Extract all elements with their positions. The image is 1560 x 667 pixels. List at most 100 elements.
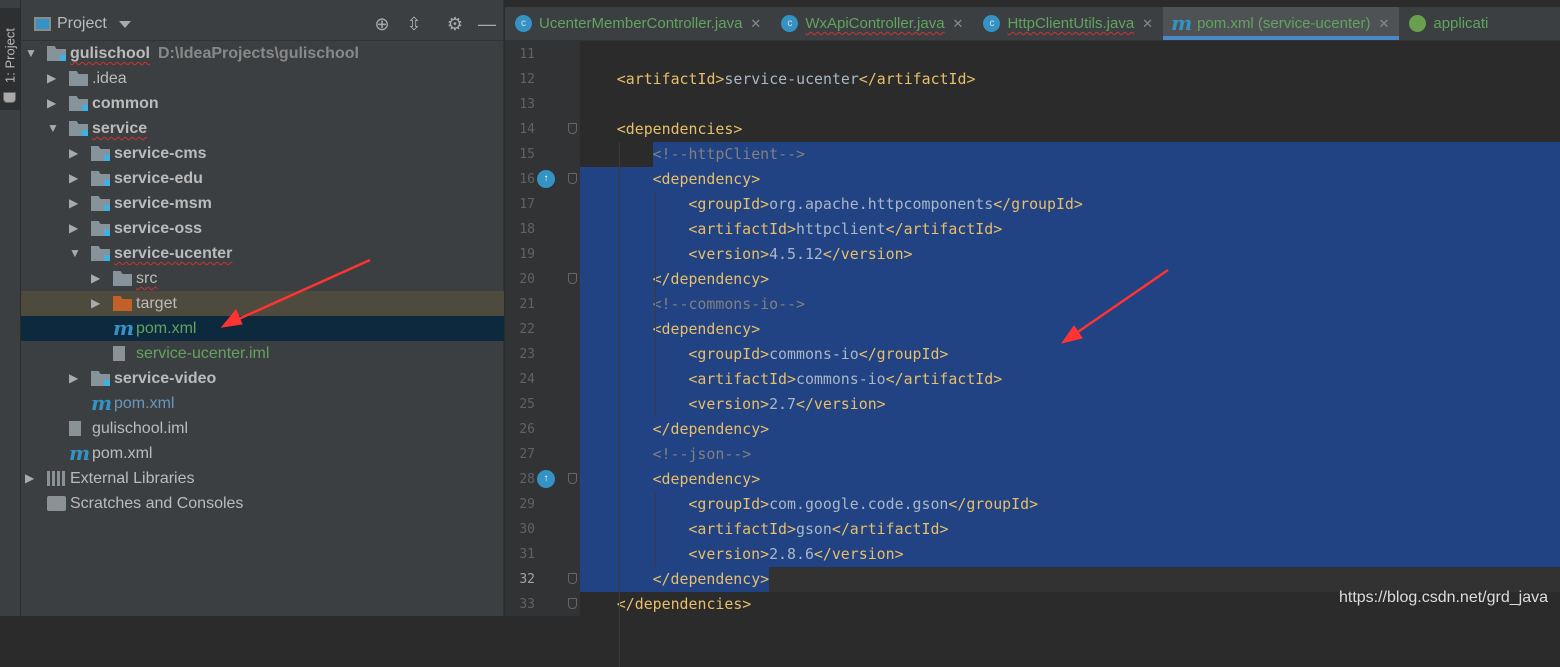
- tree-item[interactable]: ▶ target: [21, 291, 504, 316]
- tree-item[interactable]: ▶ External Libraries: [21, 466, 504, 491]
- fold-marker-icon[interactable]: [568, 473, 577, 484]
- project-tool-tab[interactable]: 1: Project: [0, 8, 20, 110]
- tree-item[interactable]: ▶ service-oss: [21, 216, 504, 241]
- collapsed-arrow-icon[interactable]: ▶: [91, 291, 100, 316]
- tree-item[interactable]: m pom.xml: [21, 441, 504, 466]
- collapsed-arrow-icon[interactable]: ▶: [69, 166, 78, 191]
- tree-item[interactable]: ▶ service-video: [21, 366, 504, 391]
- fold-marker-icon[interactable]: [568, 573, 577, 584]
- expanded-arrow-icon[interactable]: ▼: [25, 41, 37, 66]
- xml-tag: <dependency>: [652, 170, 761, 188]
- line-number: 16: [519, 172, 535, 187]
- tree-item[interactable]: ▼ gulischool D:\IdeaProjects\gulischool: [21, 41, 504, 66]
- collapsed-arrow-icon[interactable]: ▶: [25, 466, 34, 491]
- tab-label: pom.xml (service-ucenter): [1197, 15, 1371, 32]
- tree-item-label: service-edu: [114, 166, 203, 191]
- xml-text: commons-io: [769, 345, 859, 363]
- fold-marker-icon[interactable]: [568, 273, 577, 284]
- collapsed-arrow-icon[interactable]: ▶: [69, 216, 78, 241]
- xml-text: 2.8.6: [769, 545, 814, 563]
- xml-tag: <artifactId>: [688, 370, 796, 388]
- minimize-icon[interactable]: —: [476, 14, 498, 35]
- maven-icon: m: [69, 441, 91, 465]
- label-text: service-msm: [114, 195, 212, 212]
- xml-tag: </dependency>: [652, 570, 770, 588]
- line-number: 25: [519, 397, 535, 412]
- collapsed-arrow-icon[interactable]: ▶: [47, 66, 56, 91]
- code-line: <version>2.8.6</version>: [688, 542, 903, 567]
- iml-file-icon: [69, 421, 81, 436]
- code-line: <artifactId>commons-io</artifactId>: [688, 367, 1002, 392]
- tree-item-label: pom.xml: [136, 316, 196, 341]
- tree-item[interactable]: ▶ service-msm: [21, 191, 504, 216]
- line-number: 27: [519, 447, 535, 462]
- collapsed-arrow-icon[interactable]: ▶: [69, 141, 78, 166]
- path-text: D:\IdeaProjects\gulischool: [158, 45, 359, 62]
- xml-tag: </dependency>: [652, 270, 770, 288]
- line-number: 30: [519, 522, 535, 537]
- editor-tab[interactable]: applicati: [1399, 7, 1498, 40]
- editor-tab[interactable]: c WxApiController.java ✕: [771, 7, 973, 40]
- locate-icon[interactable]: ⊕: [371, 14, 393, 35]
- close-icon[interactable]: ✕: [1378, 16, 1389, 31]
- tree-item[interactable]: m pom.xml: [21, 316, 504, 341]
- tree-item[interactable]: ▶ src: [21, 266, 504, 291]
- fold-marker-icon[interactable]: [568, 598, 577, 609]
- close-icon[interactable]: ✕: [750, 16, 761, 31]
- tree-item[interactable]: Scratches and Consoles: [21, 491, 504, 516]
- tree-item-label: .idea: [92, 66, 127, 91]
- fold-marker-icon[interactable]: [568, 173, 577, 184]
- xml-tag: </version>: [813, 545, 904, 563]
- collapse-all-icon[interactable]: ⇳: [403, 14, 425, 35]
- tree-item-label: service: [92, 116, 147, 141]
- tree-item[interactable]: ▶ service-cms: [21, 141, 504, 166]
- xml-tag: <version>: [688, 395, 770, 413]
- tree-item[interactable]: ▶ service-edu: [21, 166, 504, 191]
- xml-tag: <groupId>: [688, 495, 770, 513]
- fold-marker-icon[interactable]: [568, 123, 577, 134]
- editor-tab[interactable]: c HttpClientUtils.java ✕: [973, 7, 1163, 40]
- tree-item[interactable]: service-ucenter.iml: [21, 341, 504, 366]
- code-line: <dependency>: [653, 167, 761, 192]
- collapsed-arrow-icon[interactable]: ▶: [47, 91, 56, 116]
- label-text: service: [92, 120, 148, 137]
- line-number: 21: [519, 297, 535, 312]
- expanded-arrow-icon[interactable]: ▼: [69, 241, 81, 266]
- close-icon[interactable]: ✕: [1142, 16, 1153, 31]
- tree-item[interactable]: ▶ .idea: [21, 66, 504, 91]
- editor-tab[interactable]: c UcenterMemberController.java ✕: [505, 7, 771, 40]
- tree-item[interactable]: m pom.xml: [21, 391, 504, 416]
- maven-dependency-marker-icon[interactable]: ↑: [537, 170, 555, 188]
- tree-item[interactable]: ▼ service: [21, 116, 504, 141]
- maven-dependency-marker-icon[interactable]: ↑: [537, 470, 555, 488]
- line-number: 32: [519, 572, 535, 587]
- gear-icon[interactable]: ⚙: [444, 14, 466, 35]
- label-text: service-ucenter: [114, 245, 233, 262]
- tree-item[interactable]: ▶ common: [21, 91, 504, 116]
- label-text: service-oss: [114, 220, 203, 237]
- module-folder-icon: [91, 246, 110, 261]
- label-text: service-ucenter.iml: [136, 345, 270, 362]
- collapsed-arrow-icon[interactable]: ▶: [69, 366, 78, 391]
- collapsed-arrow-icon[interactable]: ▶: [91, 266, 100, 291]
- module-folder-icon: [69, 96, 88, 111]
- code-editor[interactable]: <artifactId>service-ucenter</artifactId>…: [580, 41, 1560, 667]
- chevron-down-icon[interactable]: [119, 21, 131, 28]
- collapsed-arrow-icon[interactable]: ▶: [69, 191, 78, 216]
- label-text: target: [136, 295, 177, 312]
- java-class-icon: c: [781, 15, 799, 32]
- tree-item[interactable]: ▼ service-ucenter: [21, 241, 504, 266]
- libraries-icon: [47, 471, 66, 486]
- tree-item[interactable]: gulischool.iml: [21, 416, 504, 441]
- tree-item-label: service-video: [114, 366, 216, 391]
- line-number: 13: [519, 97, 535, 112]
- editor-tab[interactable]: m pom.xml (service-ucenter) ✕: [1163, 7, 1400, 40]
- close-icon[interactable]: ✕: [953, 16, 964, 31]
- label-text: Scratches and Consoles: [70, 495, 244, 512]
- project-view-selector[interactable]: Project: [57, 15, 107, 33]
- expanded-arrow-icon[interactable]: ▼: [47, 116, 59, 141]
- label-text: common: [92, 95, 159, 112]
- code-line: <dependency>: [653, 467, 761, 492]
- code-line: <dependency>: [653, 317, 761, 342]
- tree-item-label: common: [92, 91, 159, 116]
